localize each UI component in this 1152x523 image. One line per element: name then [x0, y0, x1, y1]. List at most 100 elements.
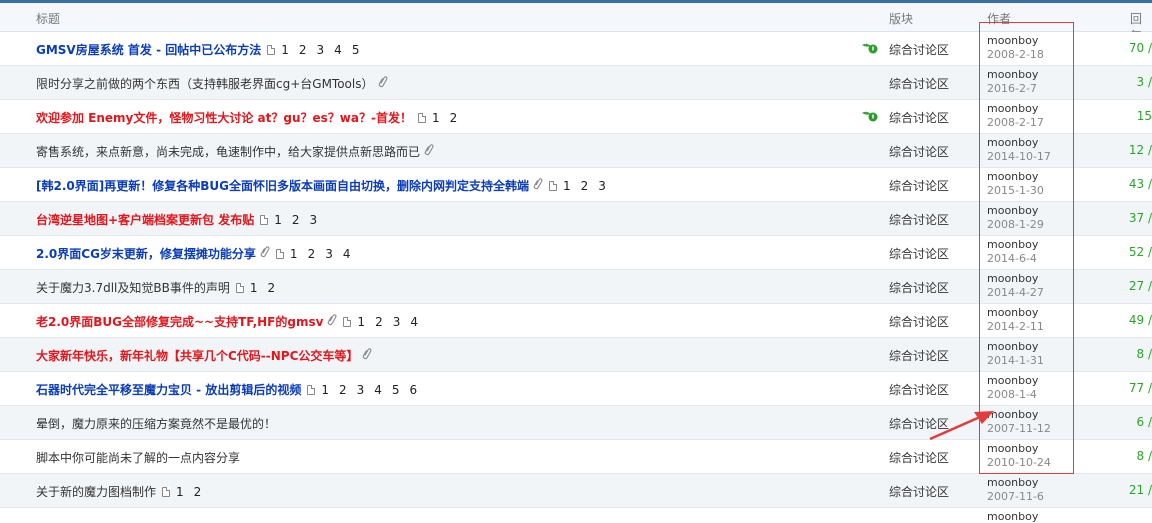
post-date: 2008-2-18 — [987, 48, 1044, 61]
thread-title-link[interactable]: 老2.0界面BUG全部修复完成~~支持TF,HF的gmsv — [36, 313, 323, 330]
forum-link[interactable]: 综合讨论区 — [889, 449, 949, 466]
page-number-link[interactable]: 2 — [194, 485, 202, 499]
thread-title-link[interactable]: 欢迎参加 Enemy文件，怪物习性大讨论 at？gu？es？wa？-首发！ — [36, 109, 412, 126]
page-number-link[interactable]: 5 — [392, 383, 400, 397]
page-number-link[interactable]: 2 — [299, 43, 307, 57]
forum-link[interactable]: 综合讨论区 — [889, 381, 949, 398]
thread-title-link[interactable]: 限时分享之前做的两个东西（支持韩服老界面cg+台GMTools） — [36, 75, 374, 92]
author-link[interactable]: moonboy — [987, 204, 1044, 218]
page-number-link[interactable]: 1 — [321, 383, 329, 397]
title-cell: 台湾逆星地图+客户端档案更新包 发布贴 1 2 3 — [36, 211, 327, 228]
thread-title-link[interactable]: GMSV房屋系统 首发 - 回帖中已公布方法 — [36, 41, 261, 58]
forum-link[interactable]: 综合讨论区 — [889, 313, 949, 330]
thread-title-link[interactable]: 脚本中你可能尚未了解的一点内容分享 — [36, 449, 240, 466]
forum-link[interactable]: 综合讨论区 — [889, 143, 949, 160]
thread-title-link[interactable]: 大家新年快乐，新年礼物【共享几个C代码--NPC公交车等】 — [36, 347, 358, 364]
page-links: 123 — [260, 213, 327, 227]
author-link[interactable]: moonboy — [987, 272, 1044, 286]
thread-title-link[interactable]: 台湾逆星地图+客户端档案更新包 发布贴 — [36, 211, 254, 228]
page-number-link[interactable]: 4 — [410, 315, 418, 329]
page-number-link[interactable]: 1 — [250, 281, 258, 295]
page-number-link[interactable]: 3 — [357, 383, 365, 397]
page-links: 12345 — [267, 43, 369, 57]
forum-link[interactable]: 综合讨论区 — [889, 211, 949, 228]
page-number-link[interactable]: 6 — [410, 383, 418, 397]
page-links: 123456 — [307, 383, 427, 397]
page-number-link[interactable]: 2 — [292, 213, 300, 227]
author-link[interactable]: moonboy — [987, 306, 1044, 320]
forum-link[interactable]: 综合讨论区 — [889, 41, 949, 58]
thread-title-link[interactable]: 晕倒，魔力原来的压缩方案竟然不是最优的！ — [36, 415, 276, 432]
attachment-icon — [255, 243, 273, 263]
reply-count: 43 / — [1128, 177, 1152, 191]
author-link[interactable]: moonboy — [987, 476, 1044, 490]
page-number-link[interactable]: 3 — [325, 247, 333, 261]
page-number-link[interactable]: 4 — [374, 383, 382, 397]
thread-row: 关于魔力3.7dll及知觉BB事件的声明 1 2 综合讨论区 moonboy 2014-4… — [0, 270, 1152, 304]
page-number-link[interactable]: 1 — [432, 111, 440, 125]
title-cell: 关于新的魔力图档制作 1 2 — [36, 483, 211, 500]
page-number-link[interactable]: 5 — [352, 43, 360, 57]
page-number-link[interactable]: 3 — [598, 179, 606, 193]
reply-count: 49 / — [1128, 313, 1152, 327]
forum-link[interactable]: 综合讨论区 — [889, 75, 949, 92]
reply-count: 12 / — [1128, 143, 1152, 157]
thread-title-link[interactable]: 关于新的魔力图档制作 — [36, 483, 156, 500]
author-link[interactable]: moonboy — [987, 170, 1044, 184]
page-number-link[interactable]: 3 — [310, 213, 318, 227]
page-number-link[interactable]: 2 — [267, 281, 275, 295]
page-number-link[interactable]: 2 — [339, 383, 347, 397]
page-number-link[interactable]: 1 — [281, 43, 289, 57]
page-number-link[interactable]: 2 — [375, 315, 383, 329]
attachment-icon — [373, 73, 391, 93]
page-number-link[interactable]: 3 — [317, 43, 325, 57]
page-number-link[interactable]: 1 — [274, 213, 282, 227]
author-link[interactable]: moonboy — [987, 34, 1044, 48]
forum-link[interactable]: 综合讨论区 — [889, 245, 949, 262]
page-number-link[interactable]: 2 — [308, 247, 316, 261]
forum-link[interactable]: 综合讨论区 — [889, 415, 949, 432]
page-links: 12 — [417, 111, 467, 125]
thread-row: 限时分享之前做的两个东西（支持韩服老界面cg+台GMTools） 综合讨论区 moo… — [0, 66, 1152, 100]
author-link[interactable]: moonboy — [987, 136, 1051, 150]
page-number-link[interactable]: 1 — [176, 485, 184, 499]
forum-link[interactable]: 综合讨论区 — [889, 483, 949, 500]
forum-link[interactable]: 综合讨论区 — [889, 177, 949, 194]
author-link[interactable]: moonboy — [987, 442, 1051, 456]
forum-link[interactable]: 综合讨论区 — [889, 279, 949, 296]
page-number-link[interactable]: 3 — [393, 315, 401, 329]
post-date: 2015-1-30 — [987, 184, 1044, 197]
author-link[interactable]: moonboy — [987, 408, 1051, 422]
page-number-link[interactable]: 1 — [290, 247, 298, 261]
author-cell: moonboy 2015-1-30 — [987, 170, 1044, 198]
title-cell: 晕倒，魔力原来的压缩方案竟然不是最优的！ — [36, 415, 276, 432]
page-number-link[interactable]: 1 — [563, 179, 571, 193]
thread-row: 老2.0界面BUG全部修复完成~~支持TF,HF的gmsv 1 2 3 4 综合讨论区 mo… — [0, 304, 1152, 338]
reply-count: 52 / — [1128, 245, 1152, 259]
multipage-icon — [260, 214, 269, 225]
author-link[interactable]: moonboy — [987, 238, 1038, 252]
thread-row: 石器时代完全平移至魔力宝贝 - 放出剪辑后的视频 1 2 3 4 5 6 综合讨论区 moonb… — [0, 372, 1152, 406]
thread-row: GMSV房屋系统 首发 - 回帖中已公布方法 1 2 3 4 5 综合讨论区 moonboy 2… — [0, 32, 1152, 66]
author-link[interactable]: moonboy — [987, 68, 1038, 82]
header-forum: 版块 — [889, 12, 914, 26]
page-number-link[interactable]: 2 — [450, 111, 458, 125]
page-number-link[interactable]: 4 — [334, 43, 342, 57]
header-title: 标题 — [36, 12, 61, 26]
author-link[interactable]: moonboy — [987, 102, 1044, 116]
author-link[interactable]: moonboy — [987, 340, 1044, 354]
multipage-icon — [267, 44, 276, 55]
thread-title-link[interactable]: 石器时代完全平移至魔力宝贝 - 放出剪辑后的视频 — [36, 381, 301, 398]
thread-row: [韩2.0界面]再更新！修复各种BUG全面怀旧多版本画面自由切换，删除内网判定支… — [0, 168, 1152, 202]
page-number-link[interactable]: 4 — [343, 247, 351, 261]
thread-title-link[interactable]: 寄售系统，来点新意，尚未完成，龟速制作中，给大家提供点新思路而已 — [36, 143, 420, 160]
thread-title-link[interactable]: [韩2.0界面]再更新！修复各种BUG全面怀旧多版本画面自由切换，删除内网判定支… — [36, 177, 529, 194]
thread-title-link[interactable]: 2.0界面CG岁末更新，修复摆摊功能分享 — [36, 245, 256, 262]
forum-link[interactable]: 综合讨论区 — [889, 347, 949, 364]
forum-link[interactable]: 综合讨论区 — [889, 109, 949, 126]
author-link[interactable]: moonboy — [987, 374, 1038, 388]
thread-title-link[interactable]: 关于魔力3.7dll及知觉BB事件的声明 — [36, 279, 230, 296]
reply-count: 6 / — [1136, 415, 1152, 429]
page-number-link[interactable]: 2 — [581, 179, 589, 193]
page-number-link[interactable]: 1 — [357, 315, 365, 329]
